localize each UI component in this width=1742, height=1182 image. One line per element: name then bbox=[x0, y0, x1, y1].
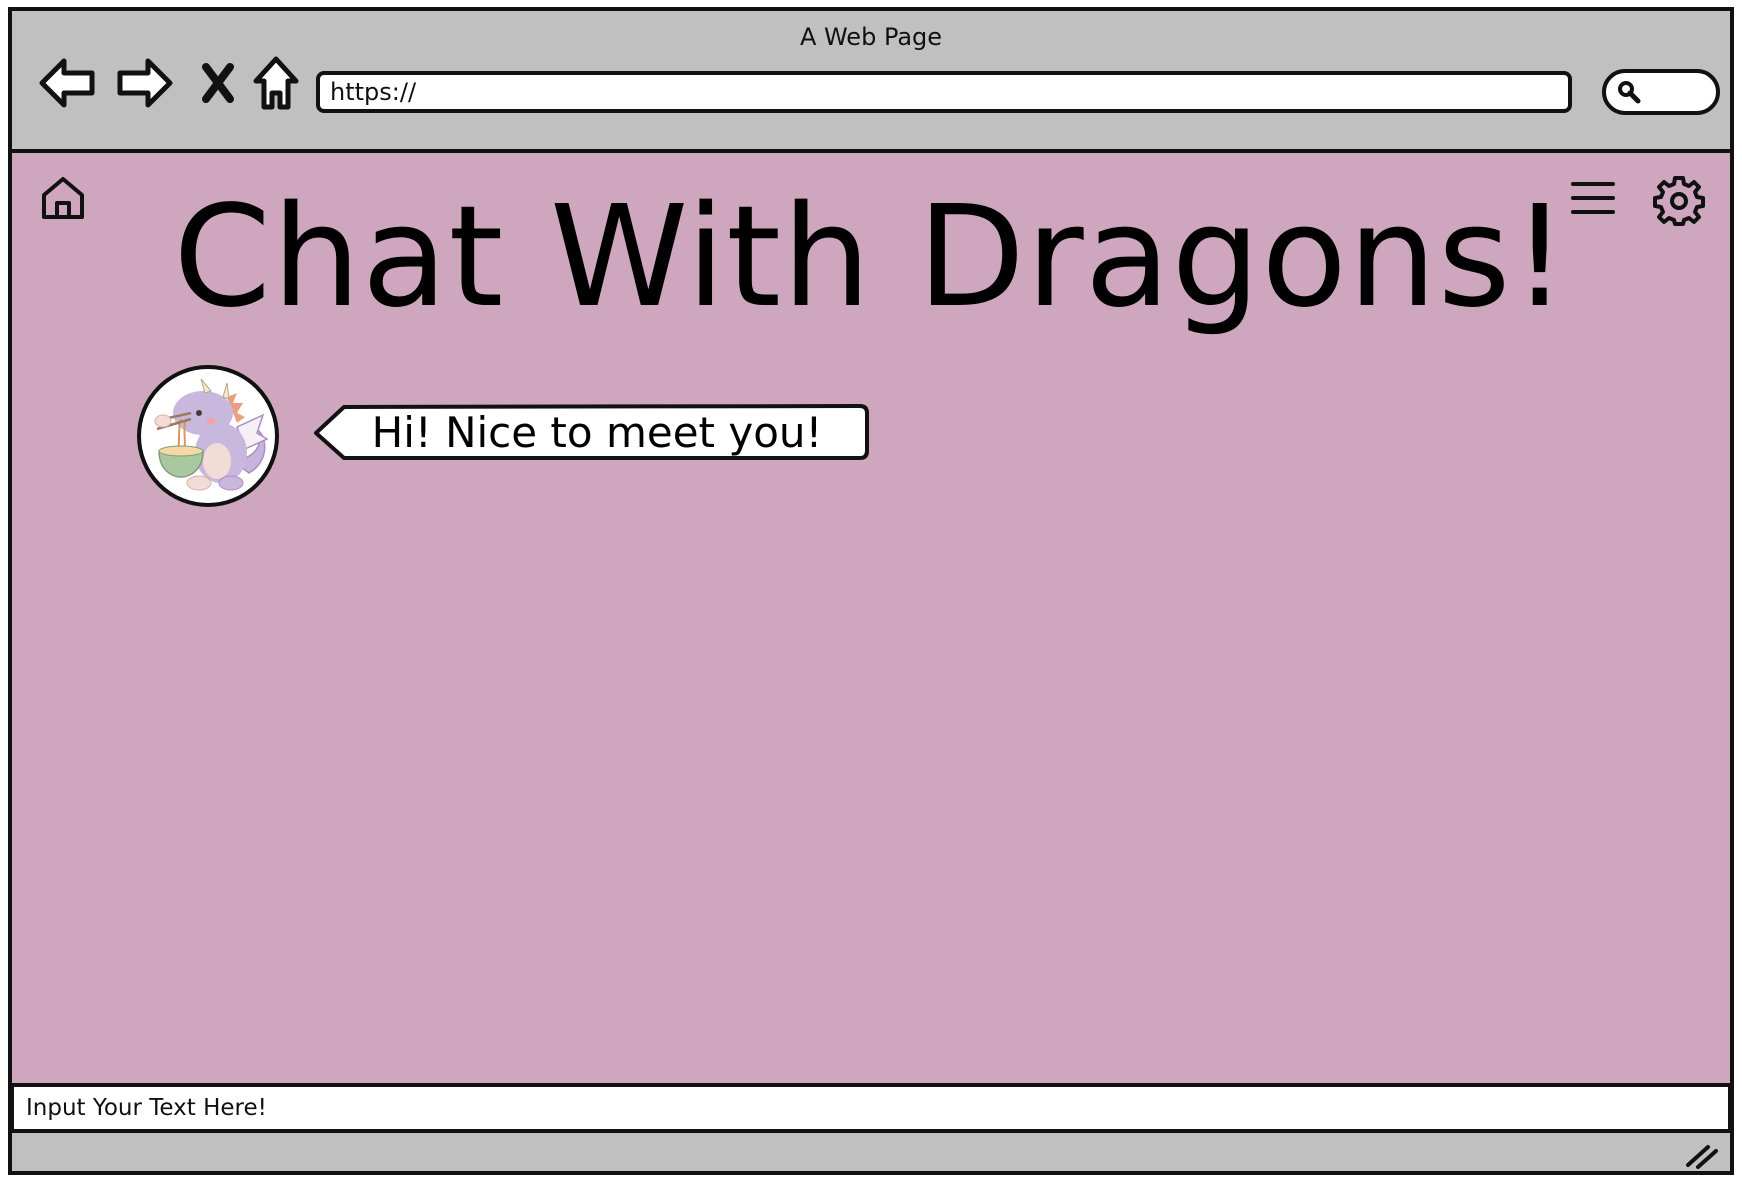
resize-grip-icon[interactable] bbox=[1682, 1139, 1722, 1169]
dragon-icon bbox=[154, 378, 269, 491]
browser-home-button[interactable] bbox=[244, 51, 308, 115]
back-button[interactable] bbox=[36, 51, 100, 115]
close-icon bbox=[202, 63, 234, 103]
chat-message-text: Hi! Nice to meet you! bbox=[371, 407, 823, 457]
page-title: Chat With Dragons! bbox=[173, 176, 1569, 339]
browser-toolbar: A Web Page https:// bbox=[12, 11, 1730, 153]
chat-input[interactable]: Input Your Text Here! bbox=[12, 1083, 1730, 1133]
back-arrow-icon bbox=[39, 58, 95, 108]
status-bar bbox=[12, 1133, 1730, 1171]
forward-arrow-icon bbox=[117, 58, 173, 108]
address-bar[interactable]: https:// bbox=[316, 71, 1572, 113]
settings-button[interactable] bbox=[1652, 173, 1706, 227]
chat-page: Chat With Dragons! Hi! Nice to meet you! bbox=[12, 153, 1730, 1083]
search-icon bbox=[1618, 81, 1641, 104]
menu-button[interactable] bbox=[1568, 175, 1618, 221]
chat-message-bubble: Hi! Nice to meet you! bbox=[312, 403, 872, 461]
browser-search-box[interactable] bbox=[1602, 69, 1720, 115]
browser-window: A Web Page https:// Chat With Dragons! H… bbox=[8, 7, 1734, 1175]
forward-button[interactable] bbox=[112, 51, 176, 115]
dragon-avatar bbox=[137, 365, 279, 507]
url-text: https:// bbox=[330, 78, 417, 106]
gear-icon bbox=[1653, 176, 1705, 226]
chat-input-placeholder: Input Your Text Here! bbox=[26, 1095, 267, 1121]
hamburger-menu-icon bbox=[1571, 182, 1615, 214]
stop-button[interactable] bbox=[186, 51, 250, 115]
window-title: A Web Page bbox=[799, 23, 943, 51]
home-icon bbox=[253, 56, 299, 110]
